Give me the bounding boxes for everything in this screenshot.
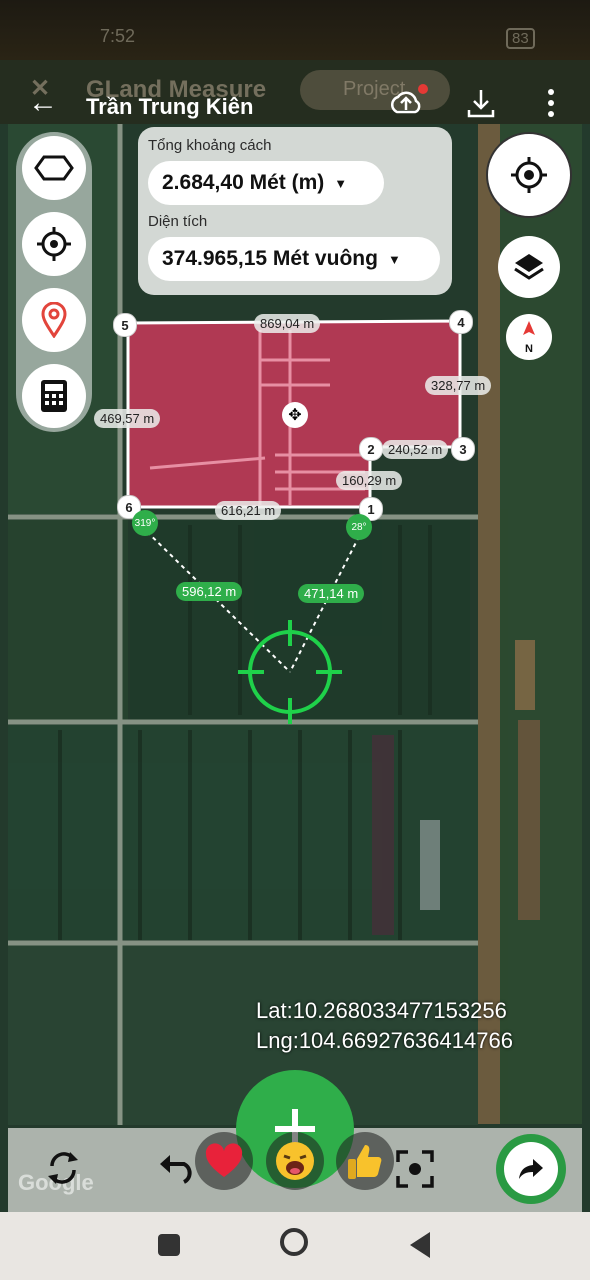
compass-button[interactable]: N (506, 314, 552, 360)
contact-name: Trần Trung Kiên (86, 94, 254, 119)
pin-tool-button[interactable] (22, 288, 86, 352)
screen: 7:52 83 ✕ GLand Measure Project ← Trần T… (0, 0, 590, 1280)
layers-button[interactable] (498, 236, 560, 298)
edge-label-right: 328,77 m (425, 376, 492, 395)
crosshair-tool-button[interactable] (22, 212, 86, 276)
undo-icon[interactable] (158, 1152, 198, 1189)
polygon-icon (34, 155, 74, 181)
calculator-icon (41, 380, 67, 412)
vertex-2[interactable]: 2 (359, 437, 383, 461)
share-icon (504, 1142, 558, 1196)
recents-icon[interactable] (158, 1234, 180, 1256)
status-time: 7:52 (100, 26, 136, 46)
battery-indicator: 83 (506, 28, 535, 49)
reaction-heart[interactable] (195, 1132, 253, 1190)
angle-badge-right: 28° (346, 514, 372, 540)
coordinates-readout: Lat:10.268033477153256 Lng:104.669276364… (256, 996, 513, 1056)
compass-icon: N (523, 321, 535, 355)
edge-label-bottom: 616,21 m (215, 501, 282, 520)
edge-label-left: 469,57 m (94, 409, 161, 428)
scan-icon[interactable] (396, 1150, 434, 1193)
system-navigation-bar (0, 1212, 590, 1280)
vertex-4[interactable]: 4 (449, 310, 473, 334)
longitude-text: Lng:104.66927636414766 (256, 1028, 513, 1053)
more-vert-icon[interactable] (545, 86, 557, 125)
refresh-icon[interactable] (44, 1148, 82, 1193)
guide-label-left: 596,12 m (176, 582, 243, 601)
left-toolbar (16, 132, 92, 432)
distance-unit-dropdown[interactable]: 2.684,40 Mét (m) ▼ (148, 161, 384, 205)
vertex-3[interactable]: 3 (451, 437, 475, 461)
measurement-panel: Tổng khoảng cách 2.684,40 Mét (m) ▼ Diện… (138, 127, 452, 295)
compass-label: N (525, 343, 533, 355)
chevron-down-icon: ▼ (387, 251, 401, 267)
my-location-button[interactable] (486, 132, 572, 218)
distance-label: Tổng khoảng cách (148, 137, 272, 154)
layers-icon (514, 254, 544, 280)
area-label: Diện tích (148, 213, 208, 230)
calculator-tool-button[interactable] (22, 364, 86, 428)
chat-header: ← Trần Trung Kiên (0, 72, 590, 132)
edge-label-step-horizontal: 240,52 m (382, 440, 449, 459)
polygon-tool-button[interactable] (22, 136, 86, 200)
back-icon[interactable] (406, 1230, 432, 1265)
latitude-text: Lat:10.268033477153256 (256, 998, 507, 1023)
edge-label-step-vertical: 160,29 m (336, 471, 403, 490)
reaction-laughing[interactable] (266, 1132, 324, 1190)
angle-badge-left: 319° (132, 510, 158, 536)
download-icon[interactable] (466, 86, 496, 125)
crosshair-icon (37, 227, 71, 261)
vertex-5[interactable]: 5 (113, 313, 137, 337)
home-icon[interactable] (280, 1228, 308, 1256)
reaction-thumbs-up[interactable] (336, 1132, 394, 1190)
guide-label-right: 471,14 m (298, 584, 365, 603)
back-arrow-icon[interactable]: ← (28, 86, 58, 120)
laughing-emoji-icon (276, 1142, 314, 1180)
distance-value: 2.684,40 Mét (m) (162, 171, 325, 194)
location-pin-icon (41, 302, 67, 338)
status-bar: 7:52 83 (0, 0, 590, 60)
chevron-down-icon: ▼ (334, 175, 348, 191)
notification-dot (418, 84, 428, 94)
thumbs-up-icon (348, 1145, 382, 1179)
edge-label-top: 869,04 m (254, 314, 321, 333)
area-value: 374.965,15 Mét vuông (162, 247, 378, 270)
my-location-icon (511, 157, 547, 193)
heart-icon (205, 1143, 243, 1177)
share-button[interactable] (496, 1134, 566, 1204)
area-unit-dropdown[interactable]: 374.965,15 Mét vuông ▼ (148, 237, 440, 281)
move-polygon-icon[interactable]: ✥ (282, 402, 308, 428)
